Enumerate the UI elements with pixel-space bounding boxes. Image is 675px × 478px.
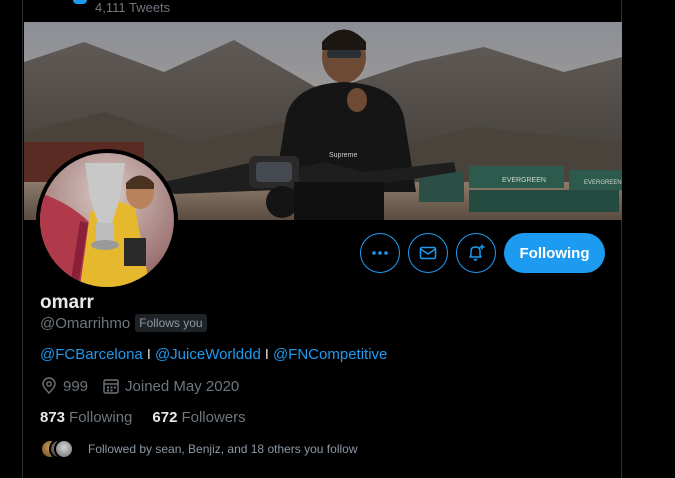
notifications-button[interactable] — [456, 233, 496, 273]
display-name: omarr — [40, 292, 94, 313]
handle-row: @Omarrihmo Follows you — [40, 314, 207, 332]
joined-date: Joined May 2020 — [125, 377, 240, 395]
back-arrow-fragment[interactable] — [73, 0, 87, 4]
bio-link-fncompetitive[interactable]: @FNCompetitive — [273, 346, 387, 363]
followed-by-row[interactable]: Followed by sean, Benjiz, and 18 others … — [40, 439, 358, 459]
bio-separator: I — [264, 346, 269, 363]
follow-stats: 873 Following 672 Followers — [40, 409, 246, 426]
more-icon — [372, 251, 388, 255]
mutual-avatars — [40, 439, 80, 459]
calendar-icon — [102, 377, 120, 395]
container-sign-1: EVERGREEN — [502, 177, 546, 184]
following-stat[interactable]: 873 Following — [40, 409, 132, 426]
profile-column: 4,111 Tweets EVERGREEN EVERGREEN Supreme… — [22, 0, 622, 478]
bio-link-fcbarcelona[interactable]: @FCBarcelona — [40, 346, 143, 363]
followed-by-text: Followed by sean, Benjiz, and 18 others … — [88, 442, 358, 456]
following-label: Following — [69, 409, 133, 426]
user-handle: @Omarrihmo — [40, 314, 131, 332]
following-count: 873 — [40, 409, 66, 426]
shirt-logo: Supreme — [329, 152, 358, 159]
notification-bell-icon — [469, 244, 485, 261]
location-icon — [40, 377, 58, 395]
profile-avatar[interactable] — [36, 149, 178, 291]
more-button[interactable] — [360, 233, 400, 273]
profile-meta: 999 Joined May 2020 — [40, 377, 239, 395]
following-button[interactable]: Following — [504, 233, 605, 273]
profile-bio: @FCBarcelona I @JuiceWorlddd I @FNCompetitiv… — [40, 346, 387, 363]
message-button[interactable] — [408, 233, 448, 273]
bio-separator: I — [146, 346, 151, 363]
tweet-count: 4,111 Tweets — [95, 0, 171, 15]
mail-icon — [419, 246, 437, 260]
avatar — [54, 439, 74, 459]
followers-stat[interactable]: 672 Followers — [152, 409, 245, 426]
avatar-image — [40, 153, 174, 287]
bio-link-juiceworld[interactable]: @JuiceWorlddd — [155, 346, 261, 363]
followers-count: 672 — [152, 409, 178, 426]
location-text: 999 — [63, 377, 89, 395]
followers-label: Followers — [181, 409, 246, 426]
container-sign-2: EVERGREEN — [584, 180, 622, 186]
follows-you-badge: Follows you — [135, 314, 207, 332]
